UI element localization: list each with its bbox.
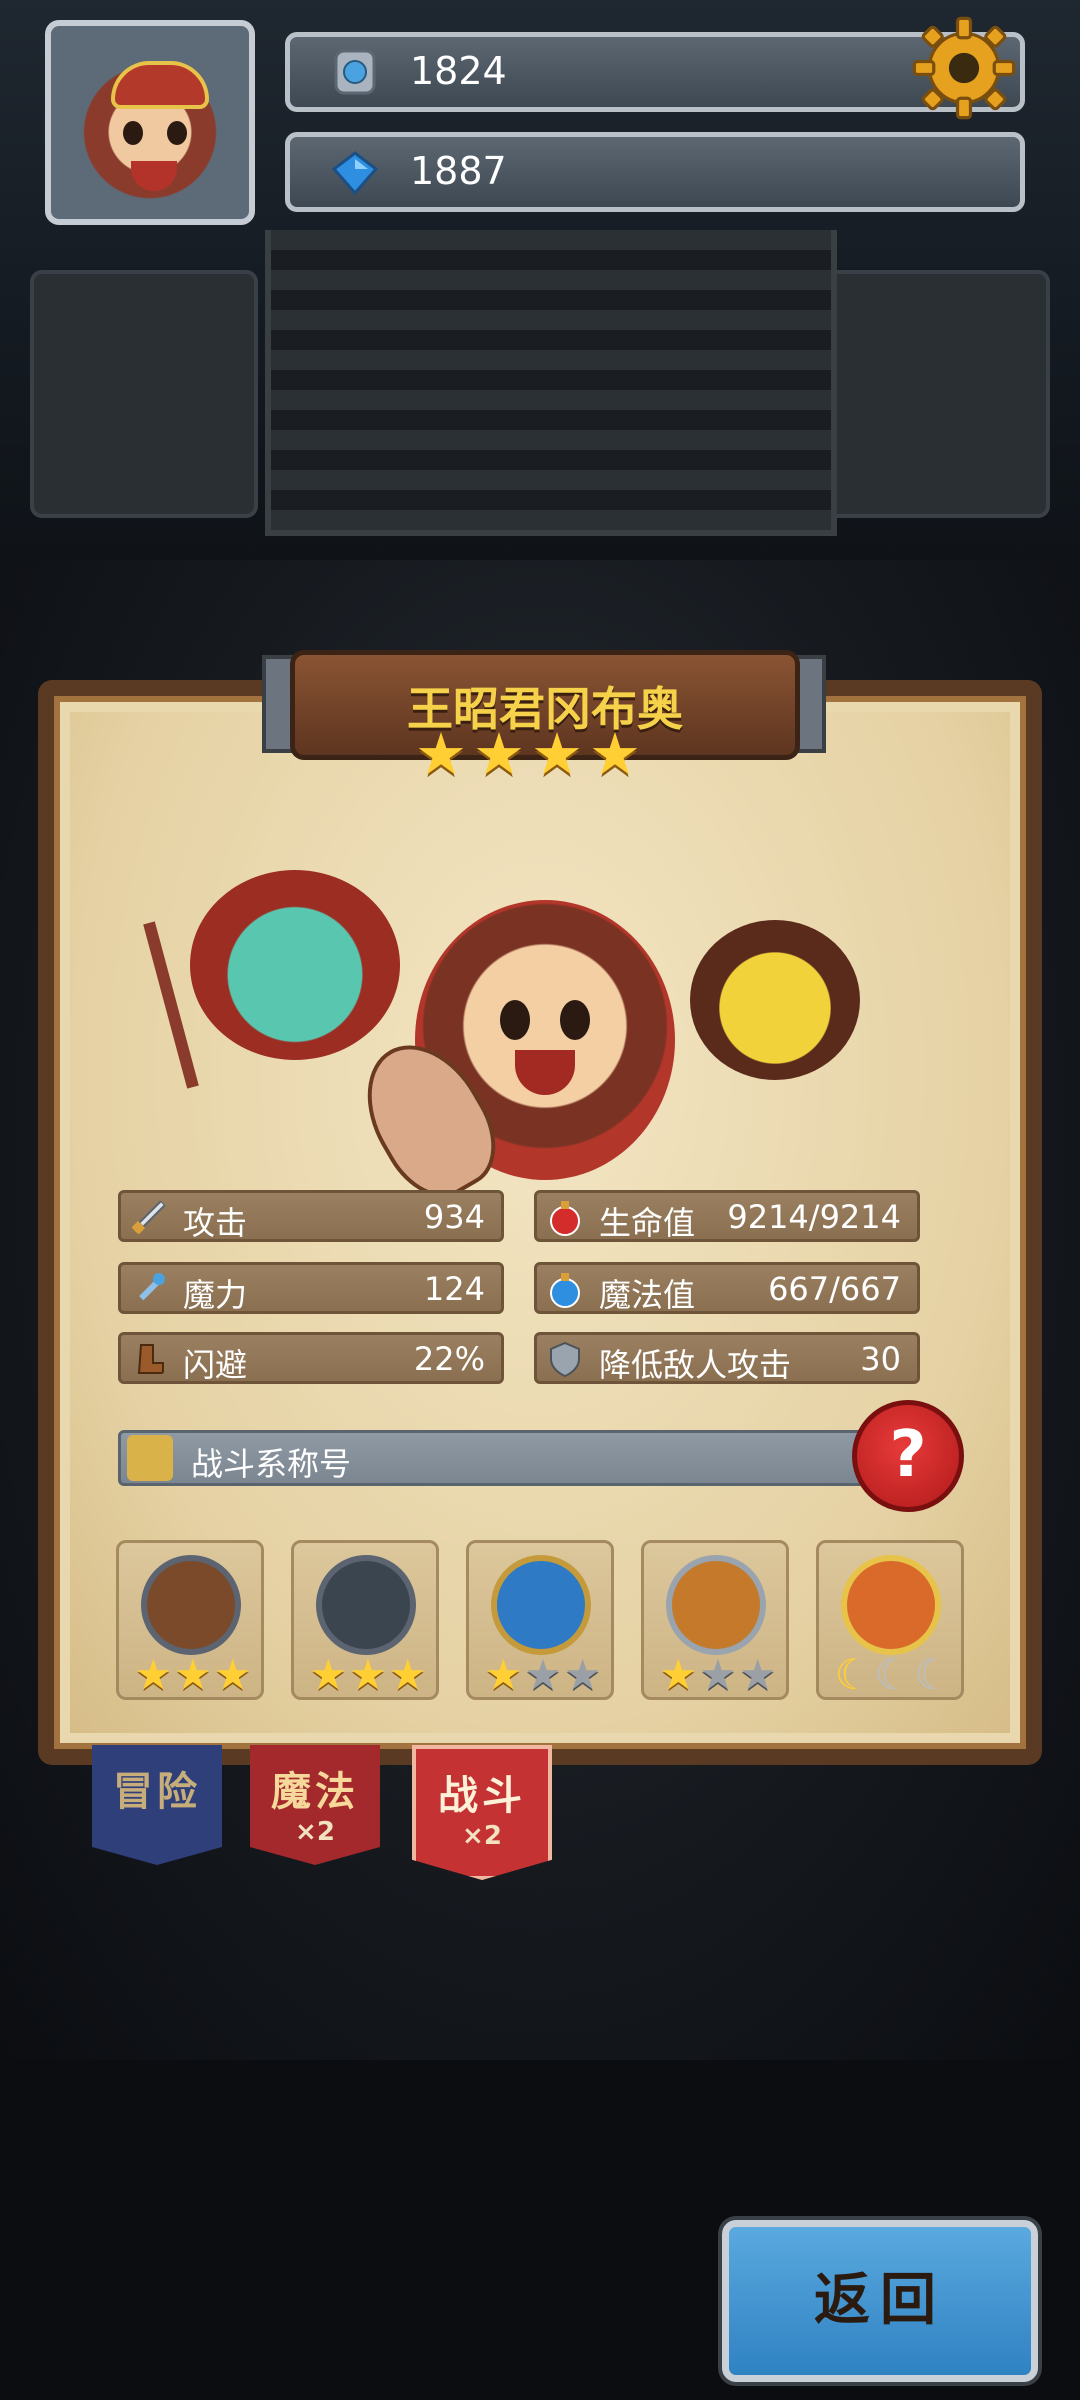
star-icon: ★ — [134, 1650, 173, 1699]
moon-icon: ☾ — [834, 1650, 873, 1699]
moon-empty-icon: ☾ — [913, 1650, 952, 1699]
title-badge-5[interactable]: ☾ ☾ ☾ — [816, 1540, 964, 1700]
title-badge-4[interactable]: ★ ★ ★ — [641, 1540, 789, 1700]
silver-coin-icon — [334, 49, 376, 95]
star-icon: ★ — [309, 1650, 348, 1699]
badge-stars: ★ ★ ★ — [123, 1653, 263, 1697]
battle-title-label: 战斗系称号 — [191, 1445, 352, 1483]
stat-attack: 攻击 934 — [118, 1190, 504, 1242]
badge-moons: ☾ ☾ ☾ — [823, 1653, 963, 1697]
stat-value: 30 — [860, 1340, 901, 1378]
shutter-door — [265, 230, 837, 536]
tab-battle[interactable]: 战斗 ×2 — [412, 1745, 552, 1880]
avatar-eye — [167, 121, 187, 145]
stat-label: 魔力 — [183, 1276, 248, 1314]
blue-gem-icon — [331, 151, 379, 196]
hero-mouth — [515, 1050, 575, 1095]
stat-label: 闪避 — [183, 1346, 248, 1384]
pipe-left-decoration — [30, 270, 258, 518]
title-badge-1[interactable]: ★ ★ ★ — [116, 1540, 264, 1700]
stat-value: 22% — [413, 1340, 485, 1378]
badge-stars: ★ ★ ★ — [473, 1653, 613, 1697]
companion-monster-right — [690, 920, 860, 1080]
spear-shield-badge-icon — [316, 1555, 416, 1655]
back-button[interactable]: 返回 — [722, 2220, 1038, 2382]
boot-icon — [137, 1344, 164, 1374]
shield-icon — [550, 1341, 580, 1378]
star-empty-icon: ★ — [563, 1650, 602, 1699]
red-potion-icon — [550, 1201, 580, 1236]
tab-adventure[interactable]: 冒险 — [92, 1745, 222, 1865]
avatar-eye — [123, 121, 143, 145]
sword-icon — [130, 1199, 167, 1236]
tab-multiplier: ×2 — [295, 1817, 335, 1847]
star-empty-icon: ★ — [699, 1650, 737, 1699]
hero-eye — [560, 1000, 590, 1040]
stat-hp: 生命值 9214/9214 — [534, 1190, 920, 1242]
star-icon: ★ — [388, 1650, 427, 1699]
star-icon: ★ — [659, 1650, 698, 1699]
tab-magic[interactable]: 魔法 ×2 — [250, 1745, 380, 1865]
avatar-crown-icon — [111, 61, 209, 109]
star-empty-icon: ★ — [738, 1650, 777, 1699]
star-icon: ★ — [415, 720, 467, 788]
badge-stars: ★ ★ ★ — [648, 1653, 788, 1697]
stat-label: 降低敌人攻击 — [599, 1346, 792, 1384]
star-icon: ★ — [531, 720, 583, 788]
moon-empty-icon: ☾ — [874, 1650, 912, 1699]
stat-label: 生命值 — [599, 1204, 696, 1242]
battle-title-bar[interactable]: 战斗系称号 — [118, 1430, 878, 1486]
stat-dodge: 闪避 22% — [118, 1332, 504, 1384]
hero-eye — [500, 1000, 530, 1040]
star-icon: ★ — [589, 720, 641, 788]
stat-value: 9214/9214 — [727, 1198, 901, 1236]
star-icon: ★ — [213, 1650, 252, 1699]
dragon-crown-badge-icon — [841, 1555, 941, 1655]
star-icon: ★ — [484, 1650, 523, 1699]
blue-potion-icon — [550, 1273, 580, 1308]
tab-multiplier: ×2 — [462, 1821, 502, 1851]
avatar-mouth — [131, 161, 177, 191]
companion-monster-left — [190, 870, 400, 1060]
magic-wand-icon — [139, 1273, 165, 1301]
gem-resource-bar: 1887 — [285, 132, 1025, 212]
title-badge-icon — [127, 1435, 173, 1481]
tab-label: 战斗 — [438, 1773, 526, 1819]
blue-shield-badge-icon — [491, 1555, 591, 1655]
title-badge-2[interactable]: ★ ★ ★ — [291, 1540, 439, 1700]
title-badge-3[interactable]: ★ ★ ★ — [466, 1540, 614, 1700]
dagger-badge-icon — [141, 1555, 241, 1655]
tab-label: 魔法 — [271, 1769, 359, 1815]
help-button[interactable]: ? — [852, 1400, 964, 1512]
star-icon: ★ — [174, 1650, 212, 1699]
star-icon: ★ — [473, 720, 525, 788]
star-empty-icon: ★ — [524, 1650, 562, 1699]
stat-value: 667/667 — [768, 1270, 901, 1308]
tab-label: 冒险 — [113, 1769, 201, 1815]
silver-amount: 1824 — [410, 49, 507, 93]
stat-label: 攻击 — [183, 1204, 248, 1242]
player-avatar[interactable] — [45, 20, 255, 225]
badge-stars: ★ ★ ★ — [298, 1653, 438, 1697]
pipe-right-decoration — [822, 270, 1050, 518]
stat-label: 魔法值 — [599, 1276, 696, 1314]
hero-star-rating: ★ ★ ★ ★ — [415, 725, 641, 783]
gem-amount: 1887 — [410, 149, 507, 193]
star-icon: ★ — [349, 1650, 387, 1699]
stat-mp: 魔法值 667/667 — [534, 1262, 920, 1314]
gear-icon[interactable] — [910, 14, 1018, 122]
stat-value: 124 — [423, 1270, 485, 1308]
stat-magic-power: 魔力 124 — [118, 1262, 504, 1314]
laurel-sword-badge-icon — [666, 1555, 766, 1655]
stat-value: 934 — [423, 1198, 485, 1236]
stat-reduce-enemy-attack: 降低敌人攻击 30 — [534, 1332, 920, 1384]
